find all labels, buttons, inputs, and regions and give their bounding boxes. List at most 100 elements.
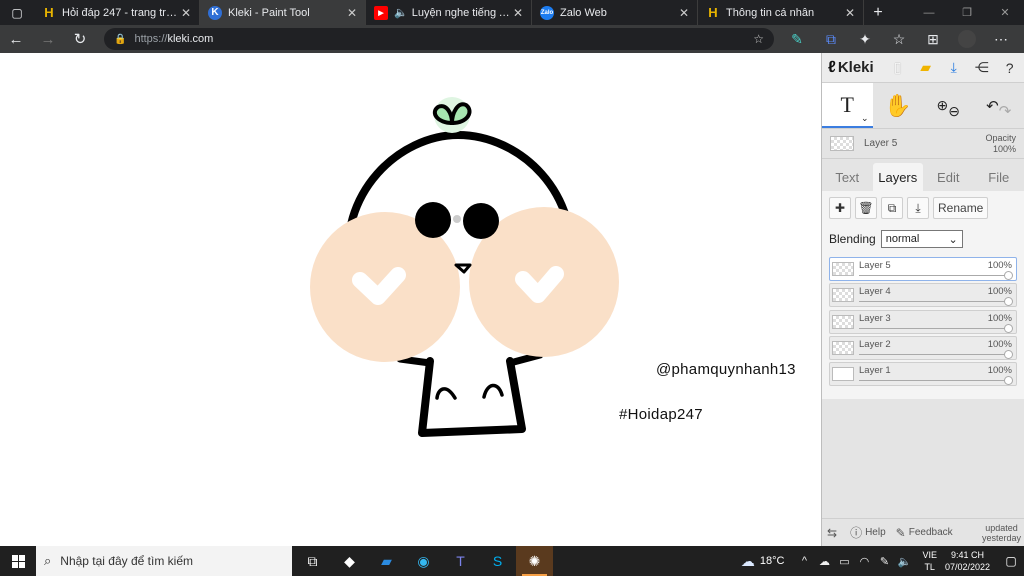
extensions-icon[interactable]: ✦ xyxy=(848,25,882,53)
layer-opacity-slider[interactable] xyxy=(859,301,1010,303)
cloud-sync-icon[interactable]: ☁ xyxy=(814,555,834,568)
profile-avatar[interactable] xyxy=(958,30,976,48)
delete-layer-button[interactable]: 🗑 xyxy=(855,197,877,219)
help-icon[interactable]: ? xyxy=(996,54,1024,82)
pen-tray-icon[interactable]: ✎ xyxy=(874,555,894,568)
help-link[interactable]: ⓘ Help xyxy=(845,519,891,547)
redo-icon[interactable]: ↷ xyxy=(999,102,1012,120)
roblox-icon[interactable]: ◆ xyxy=(331,546,368,576)
language-indicator[interactable]: VIE TL xyxy=(922,549,937,573)
kleki-favicon: K xyxy=(208,5,222,20)
pencil-icon: ✎ xyxy=(895,525,906,540)
close-tab-icon[interactable]: ✕ xyxy=(843,6,857,20)
tab-actions-icon[interactable]: ▢ xyxy=(0,0,34,25)
layer-opacity-slider[interactable] xyxy=(859,275,1010,276)
text-tool-button[interactable]: T ⌄ xyxy=(822,83,873,128)
new-image-icon[interactable]: ▯ xyxy=(884,54,912,82)
layer-opacity-slider[interactable] xyxy=(859,327,1010,329)
drawing-canvas[interactable]: @phamquynhanh13 #Hoidap247 xyxy=(0,53,821,546)
notifications-icon[interactable]: ▢ xyxy=(998,554,1024,568)
zoom-tool-button[interactable]: ⊕ ⊖ xyxy=(923,83,974,128)
close-tab-icon[interactable]: ✕ xyxy=(179,6,193,20)
download-icon[interactable]: ⤓ xyxy=(940,54,968,82)
duplicate-layer-button[interactable]: ⧉ xyxy=(881,197,903,219)
layer-row[interactable]: Layer 4 100% xyxy=(829,283,1017,308)
chevron-down-icon[interactable]: ⌄ xyxy=(861,113,869,124)
tab-layers[interactable]: Layers xyxy=(872,163,923,191)
layer-row[interactable]: Layer 1 100% xyxy=(829,362,1017,387)
close-tab-icon[interactable]: ✕ xyxy=(345,6,359,20)
taskbar-search-input[interactable]: ⌕ Nhập tại đây để tìm kiếm xyxy=(36,546,292,576)
speaker-icon[interactable]: 🔈 xyxy=(394,6,408,19)
power-icon[interactable]: ▭ xyxy=(834,555,854,568)
close-window-icon[interactable]: ✕ xyxy=(986,0,1024,25)
chevron-down-icon: ⌄ xyxy=(948,233,958,246)
collections-icon[interactable]: ⊞ xyxy=(916,25,950,53)
pen-extension-icon[interactable]: ✎ xyxy=(780,25,814,53)
zoom-out-icon[interactable]: ⊖ xyxy=(948,103,960,120)
tab-zalo[interactable]: Zalo Zalo Web ✕ xyxy=(532,0,698,25)
tab-edit[interactable]: Edit xyxy=(923,163,974,191)
tab-hoidap[interactable]: H Hỏi đáp 247 - trang tra loi ✕ xyxy=(34,0,200,25)
add-favorite-icon[interactable]: ☆ xyxy=(753,32,764,46)
layer-row[interactable]: Layer 2 100% xyxy=(829,335,1017,360)
layer-opacity-knob[interactable] xyxy=(1004,297,1013,307)
back-icon[interactable]: ← xyxy=(0,25,32,53)
task-view-icon[interactable]: ⧉ xyxy=(294,546,331,576)
swap-panel-button[interactable]: ⇆ xyxy=(822,519,845,547)
lock-icon[interactable]: 🔒 xyxy=(114,34,126,45)
layer-row[interactable]: Layer 5 100% xyxy=(829,257,1017,281)
crop-extension-icon[interactable]: ⧉ xyxy=(814,25,848,53)
url-input[interactable]: 🔒 https://kleki.com ☆ xyxy=(104,28,774,50)
file-explorer-icon[interactable]: ▰ xyxy=(368,546,405,576)
feedback-link[interactable]: ✎ Feedback xyxy=(891,519,958,547)
tab-text[interactable]: Text xyxy=(822,163,873,191)
wifi-icon[interactable]: ◠ xyxy=(854,555,874,568)
close-tab-icon[interactable]: ✕ xyxy=(511,6,525,20)
tab-file[interactable]: File xyxy=(974,163,1024,191)
layer-opacity-knob[interactable] xyxy=(1004,349,1013,359)
favorites-icon[interactable]: ☆ xyxy=(882,25,916,53)
add-layer-button[interactable]: ✚ xyxy=(829,197,851,219)
updated-link[interactable]: updated yesterday xyxy=(982,523,1024,543)
forward-icon[interactable]: → xyxy=(32,25,64,53)
undo-redo-button[interactable]: ↶ ↷ xyxy=(974,83,1024,128)
chevron-up-icon[interactable]: ^ xyxy=(794,555,814,567)
layer-opacity: 100% xyxy=(987,365,1012,377)
open-folder-icon[interactable]: ▰ xyxy=(912,54,940,82)
blending-select[interactable]: normal ⌄ xyxy=(880,230,963,248)
layer-opacity-slider[interactable] xyxy=(859,380,1010,382)
hand-tool-button[interactable]: ✋ xyxy=(873,83,924,128)
rename-layer-button[interactable]: Rename xyxy=(933,197,989,219)
teams-icon[interactable]: T xyxy=(442,546,479,576)
left-arm-arc xyxy=(435,387,457,400)
layer-row[interactable]: Layer 3 100% xyxy=(829,309,1017,334)
weather-widget[interactable]: ☁ 18°C xyxy=(741,553,785,570)
edge-icon[interactable]: ◉ xyxy=(405,546,442,576)
nose-dot xyxy=(453,215,461,223)
start-button[interactable] xyxy=(0,546,36,576)
layer-opacity-knob[interactable] xyxy=(1004,376,1013,386)
tab-thongtin[interactable]: H Thông tin cá nhân ✕ xyxy=(698,0,864,25)
minimize-icon[interactable]: — xyxy=(910,0,948,25)
paint-app-icon[interactable]: ✺ xyxy=(516,546,553,576)
close-tab-icon[interactable]: ✕ xyxy=(677,6,691,20)
more-menu-icon[interactable]: ⋯ xyxy=(984,25,1018,53)
taskbar-clock[interactable]: 9:41 CH 07/02/2022 xyxy=(945,549,990,573)
layer-opacity-slider[interactable] xyxy=(859,353,1010,355)
layer-opacity-knob[interactable] xyxy=(1004,323,1013,333)
tab-kleki[interactable]: K Kleki - Paint Tool ✕ xyxy=(200,0,366,25)
kleki-logo-icon: ℓ xyxy=(828,58,836,76)
restore-icon[interactable]: ❐ xyxy=(948,0,986,25)
layer-opacity-knob[interactable] xyxy=(1004,271,1013,280)
share-icon[interactable]: ⋲ xyxy=(968,54,996,82)
search-icon: ⌕ xyxy=(44,553,52,568)
skype-icon[interactable]: S xyxy=(479,546,516,576)
new-tab-button[interactable]: + xyxy=(864,0,892,25)
kleki-logo[interactable]: ℓ Kleki xyxy=(828,59,874,77)
tab-youtube[interactable]: ▶ 🔈 Luyện nghe tiếng Anh t ✕ xyxy=(366,0,532,25)
refresh-icon[interactable]: ↻ xyxy=(64,25,96,53)
volume-icon[interactable]: 🔈 xyxy=(894,555,914,568)
merge-down-button[interactable]: ⤓ xyxy=(907,197,929,219)
windows-taskbar: ⌕ Nhập tại đây để tìm kiếm ⧉ ◆ ▰ ◉ T S ✺… xyxy=(0,546,1024,576)
